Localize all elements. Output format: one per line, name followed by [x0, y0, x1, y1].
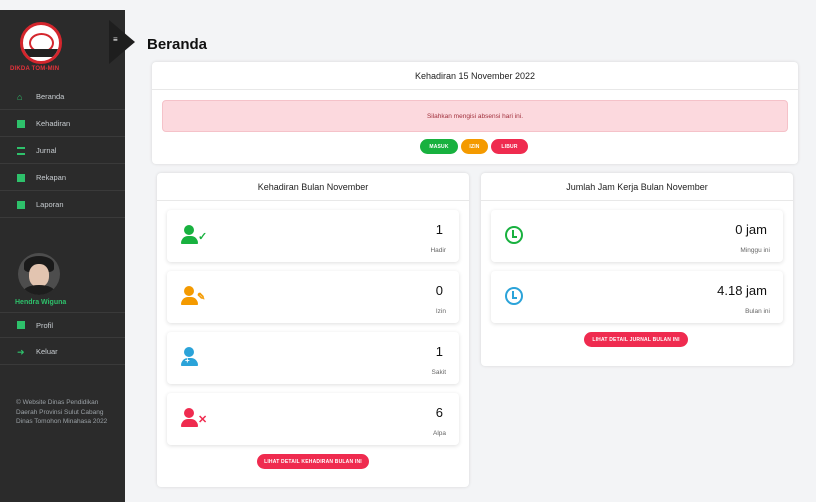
- card-title: Kehadiran Bulan November: [157, 173, 469, 201]
- sidebar-item-label: Kehadiran: [36, 119, 71, 128]
- stat-value: 4.18 jam: [717, 283, 767, 298]
- stat-sakit: + 1 Sakit: [167, 332, 459, 384]
- sidebar-item-kehadiran[interactable]: Kehadiran: [0, 111, 125, 137]
- logo: [20, 22, 62, 64]
- stat-value: 0: [435, 283, 443, 298]
- sidebar-item-label: Keluar: [36, 347, 58, 356]
- stat-value: 0 jam: [735, 222, 767, 237]
- sidebar-item-keluar[interactable]: ➜ Keluar: [0, 339, 125, 365]
- stat-bulan-ini: 4.18 jam Bulan ini: [491, 271, 783, 323]
- stat-label: Bulan ini: [745, 308, 770, 315]
- izin-button[interactable]: IZIN: [461, 139, 488, 154]
- user-edit-icon: ✎: [181, 286, 207, 310]
- footer-text: © Website Dinas Pendidikan Daerah Provin…: [16, 399, 108, 425]
- stat-label: Izin: [435, 308, 446, 315]
- user-medical-icon: +: [181, 347, 207, 371]
- libur-button[interactable]: LIBUR: [491, 139, 528, 154]
- page-title: Beranda: [147, 36, 208, 53]
- stat-alpa: ✕ 6 Alpa: [167, 393, 459, 445]
- sidebar-item-rekapan[interactable]: Rekapan: [0, 165, 125, 191]
- clock-icon: [505, 287, 523, 305]
- sidebar-item-beranda[interactable]: ⌂ Beranda: [0, 84, 125, 110]
- card-title: Kehadiran 15 November 2022: [152, 62, 798, 90]
- brand-name: DIKDA TOM-MIN: [10, 66, 60, 72]
- calendar-icon: [17, 119, 25, 128]
- user-times-icon: ✕: [181, 408, 207, 432]
- id-card-icon: [17, 321, 25, 329]
- stat-label: Sakit: [431, 369, 446, 376]
- avatar: [18, 253, 60, 295]
- sidebar-item-label: Laporan: [36, 200, 64, 209]
- table-icon: [17, 173, 25, 182]
- sidebar: DIKDA TOM-MIN ≡ ⌂ Beranda Kehadiran Jurn…: [0, 10, 135, 502]
- sidebar-item-label: Beranda: [36, 92, 65, 101]
- stat-value: 1: [435, 222, 443, 237]
- report-icon: [17, 200, 25, 209]
- sidebar-item-label: Profil: [36, 320, 54, 330]
- clock-icon: [505, 226, 523, 244]
- attendance-alert: Silahkan mengisi absensi hari ini.: [162, 100, 788, 132]
- stat-value: 1: [435, 344, 443, 359]
- stat-minggu-ini: 0 jam Minggu ini: [491, 210, 783, 262]
- stat-label: Alpa: [432, 430, 446, 437]
- journal-detail-button[interactable]: LIHAT DETAIL JURNAL BULAN INI: [584, 332, 688, 347]
- sidebar-item-jurnal[interactable]: Jurnal: [0, 138, 125, 164]
- logout-icon: ➜: [17, 346, 25, 357]
- stat-label: Minggu ini: [740, 247, 770, 254]
- home-icon: ⌂: [17, 91, 23, 102]
- attendance-detail-button[interactable]: LIHAT DETAIL KEHADIRAN BULAN INI: [257, 454, 369, 469]
- stat-value: 6: [435, 405, 443, 420]
- card-title: Jumlah Jam Kerja Bulan November: [481, 173, 793, 201]
- sidebar-item-profil[interactable]: Profil: [0, 312, 125, 338]
- menu-icon: ≡: [113, 35, 118, 44]
- list-icon: [17, 146, 25, 155]
- user-check-icon: ✓: [181, 225, 207, 249]
- logo-area: DIKDA TOM-MIN: [0, 10, 125, 82]
- sidebar-item-label: Rekapan: [36, 173, 67, 182]
- stat-hadir: ✓ 1 Hadir: [167, 210, 459, 262]
- stat-label: Hadir: [430, 247, 446, 254]
- sidebar-item-laporan[interactable]: Laporan: [0, 192, 125, 218]
- user-name: Hendra Wiguna: [15, 299, 67, 306]
- masuk-button[interactable]: MASUK: [420, 139, 458, 154]
- sidebar-item-label: Jurnal: [36, 146, 57, 155]
- stat-izin: ✎ 0 Izin: [167, 271, 459, 323]
